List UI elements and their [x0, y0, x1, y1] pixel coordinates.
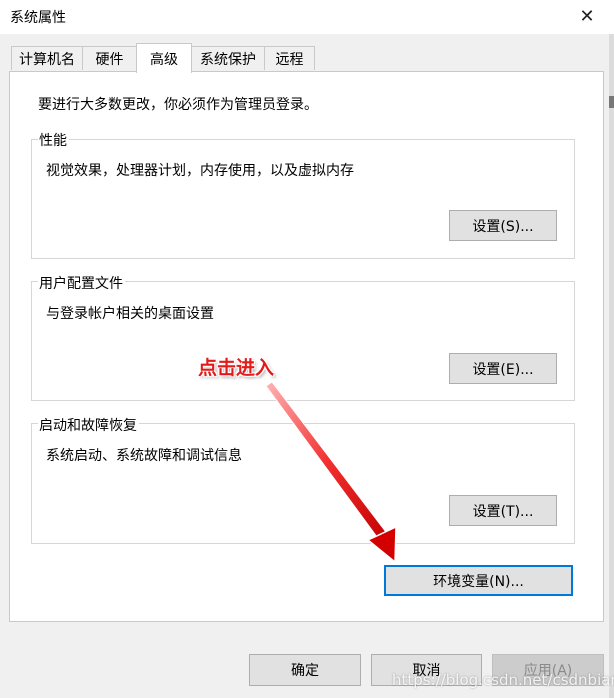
annotation-label: 点击进入: [198, 357, 275, 379]
tab-system-protection[interactable]: 系统保护: [191, 46, 265, 70]
tab-remote[interactable]: 远程: [264, 46, 315, 70]
title-bar: 系统属性 ✕: [0, 0, 614, 34]
startup-settings-button[interactable]: 设置(T)...: [449, 495, 557, 526]
group-performance-desc: 视觉效果，处理器计划，内存使用，以及虚拟内存: [46, 163, 354, 179]
group-performance-title: 性能: [38, 130, 69, 150]
close-icon[interactable]: ✕: [572, 2, 602, 30]
environment-variables-button[interactable]: 环境变量(N)...: [384, 565, 573, 596]
ok-button[interactable]: 确定: [249, 654, 361, 686]
profile-settings-button[interactable]: 设置(E)...: [449, 353, 557, 384]
group-startup-recovery-desc: 系统启动、系统故障和调试信息: [46, 448, 242, 464]
window-edge: [609, 34, 614, 698]
group-user-profile-desc: 与登录帐户相关的桌面设置: [46, 306, 214, 322]
group-user-profile-title: 用户配置文件: [38, 273, 125, 293]
watermark: https://blog.csdn.net/csdnbian: [392, 671, 614, 689]
group-performance: [31, 139, 575, 259]
scroll-thumb: [609, 96, 614, 108]
admin-notice: 要进行大多数更改，你必须作为管理员登录。: [38, 97, 318, 113]
group-startup-recovery-title: 启动和故障恢复: [38, 415, 139, 435]
tab-hardware[interactable]: 硬件: [82, 46, 137, 70]
tab-computer-name[interactable]: 计算机名: [11, 46, 83, 70]
tab-advanced[interactable]: 高级: [136, 43, 192, 73]
performance-settings-button[interactable]: 设置(S)...: [449, 210, 557, 241]
window-title: 系统属性: [10, 10, 66, 26]
